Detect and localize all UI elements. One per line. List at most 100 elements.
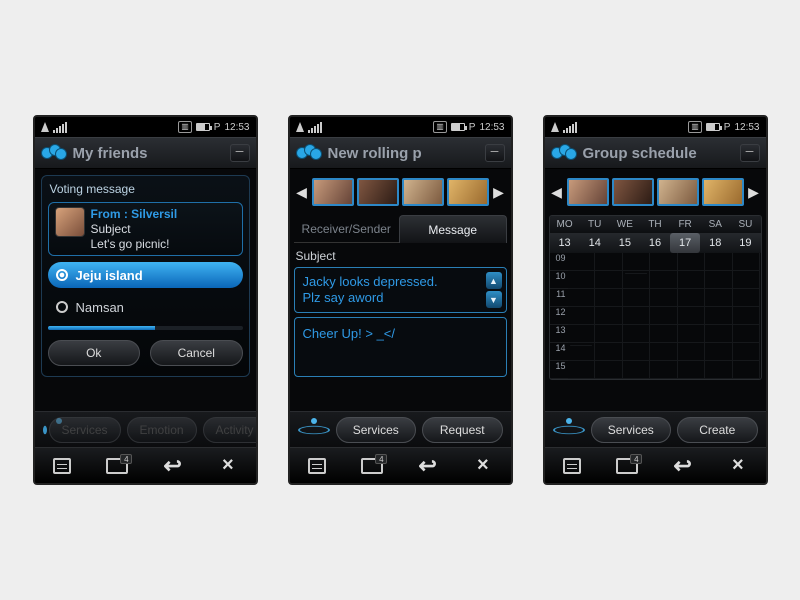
calendar-cell[interactable] [568, 271, 596, 289]
recipient-thumb[interactable] [357, 178, 399, 206]
date-cell-selected[interactable]: 17 [670, 233, 700, 253]
step-up-icon[interactable]: ▲ [486, 272, 502, 289]
calendar-cell[interactable] [705, 289, 733, 307]
message-input[interactable]: Cheer Up! > _</ [294, 317, 507, 377]
calendar-cell[interactable] [733, 253, 761, 271]
activity-button[interactable]: Activity [203, 417, 258, 443]
recipient-thumb[interactable] [447, 178, 489, 206]
calendar-cell[interactable] [678, 307, 706, 325]
date-cell[interactable]: 13 [550, 233, 580, 253]
calendar-grid[interactable] [568, 253, 761, 379]
calendar-cell[interactable] [650, 289, 678, 307]
calendar-cell[interactable] [623, 343, 651, 361]
calendar-cell[interactable] [623, 289, 651, 307]
windows-button[interactable]: 4 [607, 453, 647, 479]
calendar-cell[interactable] [678, 289, 706, 307]
close-button[interactable]: × [463, 453, 503, 479]
calendar-cell[interactable] [568, 289, 596, 307]
windows-button[interactable]: 4 [97, 453, 137, 479]
date-cell[interactable]: 19 [730, 233, 760, 253]
date-cell[interactable]: 18 [700, 233, 730, 253]
back-button[interactable]: ↩ [663, 453, 703, 479]
minimize-button[interactable]: – [740, 144, 760, 162]
recipient-thumb[interactable] [402, 178, 444, 206]
minimize-button[interactable]: – [485, 144, 505, 162]
tab-receiver-sender[interactable]: Receiver/Sender [294, 215, 400, 243]
calendar-cell[interactable] [623, 361, 651, 379]
calendar-cell[interactable] [568, 343, 596, 361]
cancel-button[interactable]: Cancel [150, 340, 243, 366]
close-button[interactable]: × [208, 453, 248, 479]
calendar-cell[interactable] [650, 253, 678, 271]
minimize-button[interactable]: – [230, 144, 250, 162]
calendar-cell[interactable] [650, 271, 678, 289]
recipient-thumb[interactable] [312, 178, 354, 206]
date-cell[interactable]: 16 [640, 233, 670, 253]
menu-button[interactable] [552, 453, 592, 479]
calendar-cell[interactable] [595, 325, 623, 343]
scroll-right-button[interactable]: ▶ [748, 184, 760, 201]
calendar-cell[interactable] [623, 253, 651, 271]
calendar-cell[interactable] [568, 253, 596, 271]
calendar-cell[interactable] [733, 271, 761, 289]
services-orbit-icon[interactable] [553, 420, 585, 440]
scroll-left-button[interactable]: ◀ [296, 184, 308, 201]
voting-message-card[interactable]: From : Silversil Subject Let's go picnic… [48, 202, 243, 256]
calendar-cell[interactable] [733, 325, 761, 343]
request-button[interactable]: Request [422, 417, 503, 443]
calendar-cell[interactable] [650, 325, 678, 343]
calendar-cell[interactable] [678, 343, 706, 361]
emotion-button[interactable]: Emotion [127, 417, 197, 443]
subject-input[interactable]: Jacky looks depressed. Plz say aword ▲ ▼ [294, 267, 507, 313]
tab-message[interactable]: Message [399, 215, 507, 243]
calendar-cell[interactable] [678, 253, 706, 271]
calendar-cell[interactable] [705, 271, 733, 289]
ok-button[interactable]: Ok [48, 340, 141, 366]
calendar-cell[interactable] [650, 361, 678, 379]
calendar-event[interactable] [625, 273, 648, 274]
calendar-cell[interactable] [705, 307, 733, 325]
calendar-cell[interactable] [678, 271, 706, 289]
calendar-cell[interactable] [568, 361, 596, 379]
calendar-cell[interactable] [733, 343, 761, 361]
calendar-cell[interactable] [568, 325, 596, 343]
calendar-cell[interactable] [623, 307, 651, 325]
calendar-cell[interactable] [733, 361, 761, 379]
calendar-cell[interactable] [623, 325, 651, 343]
calendar-event[interactable] [570, 345, 593, 346]
scroll-right-button[interactable]: ▶ [493, 184, 505, 201]
calendar-cell[interactable] [595, 307, 623, 325]
member-thumb[interactable] [612, 178, 654, 206]
calendar-cell[interactable] [705, 343, 733, 361]
date-cell[interactable]: 15 [610, 233, 640, 253]
member-thumb[interactable] [702, 178, 744, 206]
close-button[interactable]: × [718, 453, 758, 479]
scroll-left-button[interactable]: ◀ [551, 184, 563, 201]
calendar-cell[interactable] [705, 361, 733, 379]
vote-option-namsan[interactable]: Namsan [48, 294, 243, 320]
calendar-cell[interactable] [650, 343, 678, 361]
member-thumb[interactable] [567, 178, 609, 206]
services-button[interactable]: Services [49, 417, 121, 443]
back-button[interactable]: ↩ [408, 453, 448, 479]
calendar-cell[interactable] [650, 307, 678, 325]
menu-button[interactable] [297, 453, 337, 479]
calendar-cell[interactable] [733, 289, 761, 307]
services-button[interactable]: Services [336, 417, 417, 443]
calendar-cell[interactable] [595, 361, 623, 379]
calendar-cell[interactable] [678, 325, 706, 343]
member-thumb[interactable] [657, 178, 699, 206]
subject-stepper[interactable]: ▲ ▼ [486, 272, 502, 308]
calendar-cell[interactable] [595, 253, 623, 271]
services-orbit-icon[interactable] [298, 420, 330, 440]
menu-button[interactable] [42, 453, 82, 479]
calendar-cell[interactable] [595, 289, 623, 307]
calendar-cell[interactable] [678, 361, 706, 379]
calendar-cell[interactable] [595, 271, 623, 289]
date-cell[interactable]: 14 [580, 233, 610, 253]
services-button[interactable]: Services [591, 417, 672, 443]
calendar-cell[interactable] [733, 307, 761, 325]
calendar-cell[interactable] [705, 325, 733, 343]
calendar-cell[interactable] [623, 271, 651, 289]
step-down-icon[interactable]: ▼ [486, 291, 502, 308]
